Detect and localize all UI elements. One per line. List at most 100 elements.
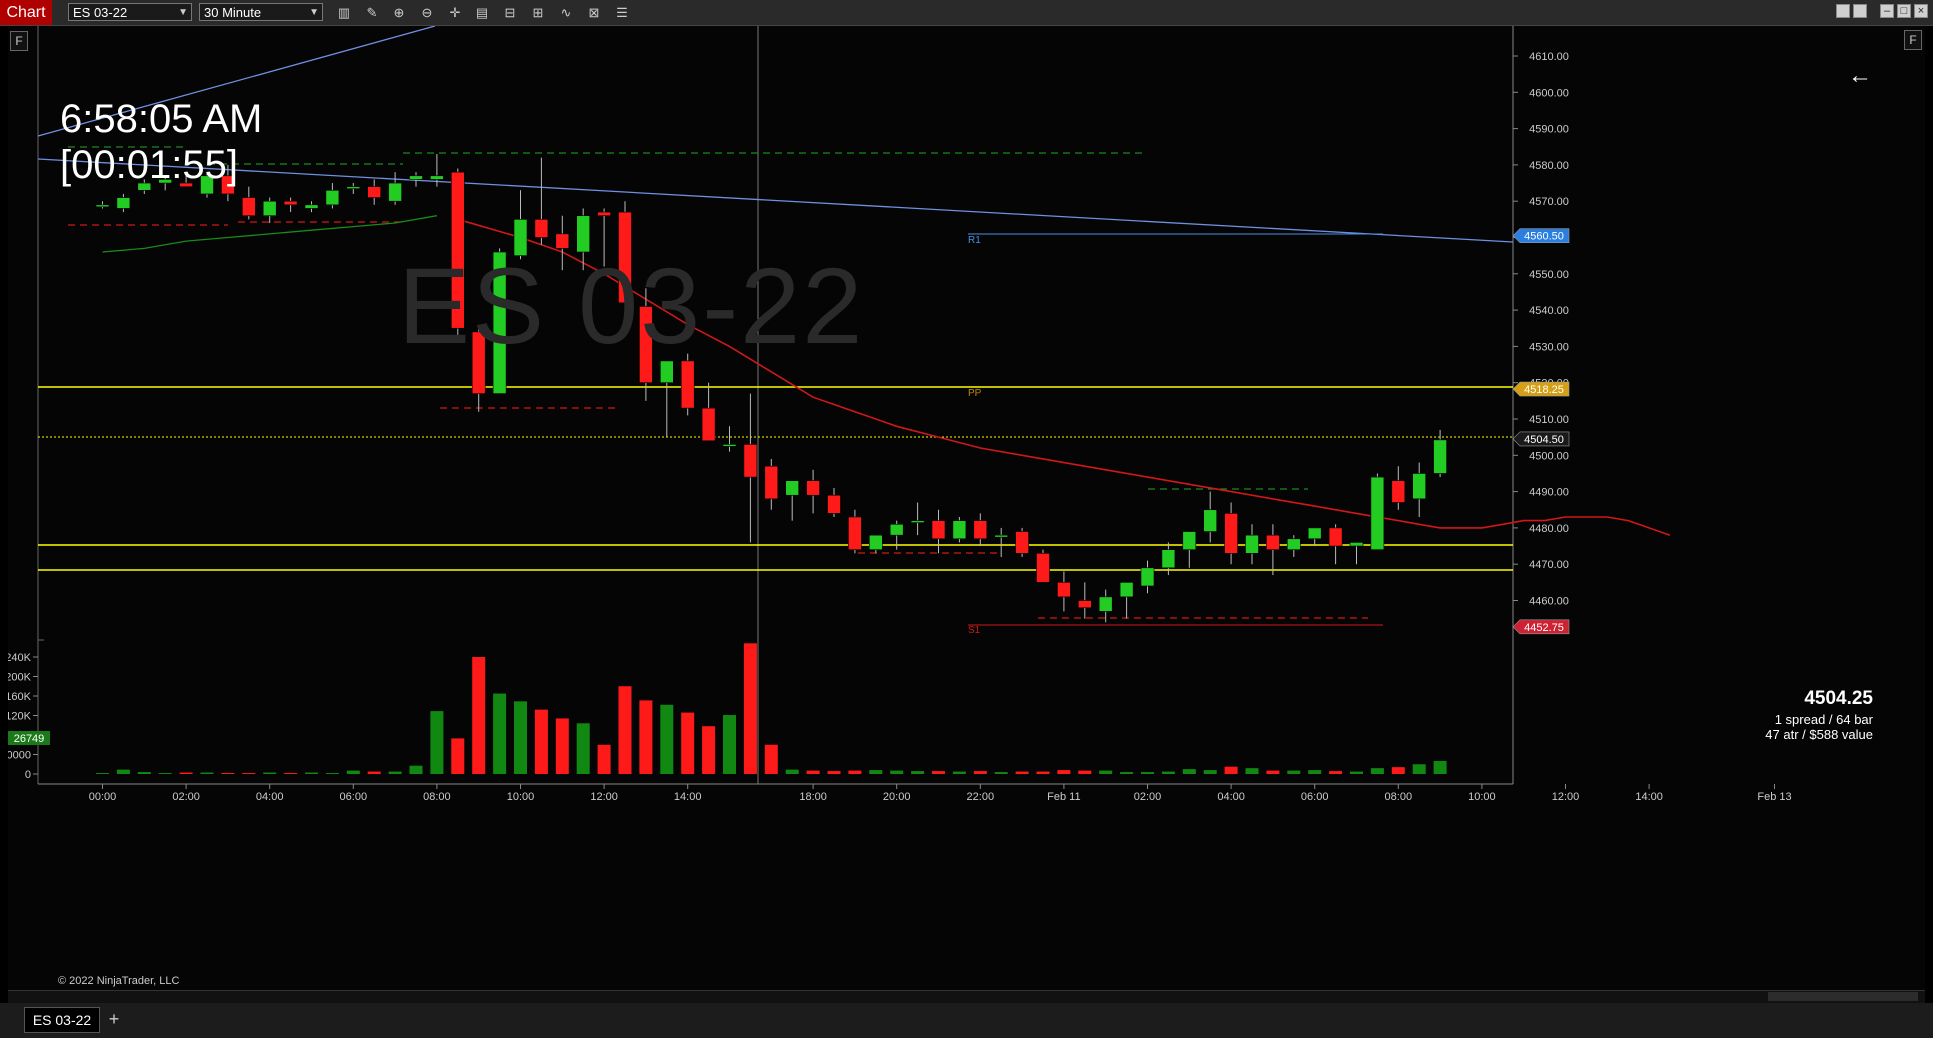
volume-bar [660, 704, 674, 774]
volume-bar [973, 771, 987, 774]
candle-body [1349, 542, 1364, 547]
volume-bar [472, 657, 486, 774]
minimize-button[interactable]: – [1880, 4, 1894, 18]
candle-body [430, 175, 444, 180]
time-tick-label: 10:00 [507, 791, 535, 803]
maximize-button[interactable]: □ [1897, 4, 1911, 18]
volume-bar [1391, 767, 1405, 774]
volume-bar [597, 744, 611, 774]
price-tick-label: 4540.00 [1529, 305, 1569, 317]
volume-bar [1078, 770, 1092, 774]
time-tick-label: 18:00 [799, 791, 827, 803]
scrollbar-thumb[interactable] [1768, 992, 1918, 1001]
indicators-icon[interactable]: ∿ [556, 3, 576, 22]
candle-body [1391, 480, 1406, 503]
data-box-icon[interactable]: ⊞ [528, 3, 548, 22]
draw-pencil-icon[interactable]: ✎ [362, 3, 382, 22]
volume-bar [409, 765, 423, 774]
bar-type-icon[interactable]: ▥ [334, 3, 354, 22]
volume-bar [1141, 772, 1154, 774]
time-tick-label: 06:00 [340, 791, 368, 803]
show-list-icon[interactable]: ☰ [612, 3, 632, 22]
candle-body [1015, 531, 1029, 554]
candle-body [1182, 531, 1197, 550]
candle-body [262, 200, 277, 217]
atr-info: 47 atr / $588 value [1765, 727, 1873, 742]
volume-bar [305, 772, 318, 774]
chart-window-title[interactable]: Chart [0, 0, 52, 25]
volume-bar [346, 770, 360, 774]
candle-body [1078, 600, 1092, 609]
candle-body [701, 407, 716, 442]
chevron-down-icon: ▼ [309, 7, 319, 18]
back-arrow-icon[interactable]: ← [1848, 64, 1872, 88]
volume-bar [576, 723, 590, 774]
close-button[interactable]: × [1914, 4, 1928, 18]
volume-bar [263, 772, 277, 774]
volume-bar [242, 773, 256, 775]
cascade-window-icon[interactable] [1853, 4, 1867, 18]
horizontal-scrollbar[interactable] [8, 990, 1925, 1003]
candle-body [1119, 582, 1134, 598]
candle-body [1245, 534, 1259, 554]
volume-bar [221, 773, 235, 775]
price-tick-label: 4480.00 [1529, 523, 1569, 535]
tile-window-icon[interactable] [1836, 4, 1850, 18]
volume-bar [1182, 769, 1196, 774]
zoom-out-icon[interactable]: ⊖ [417, 3, 437, 22]
time-tick-label: 14:00 [674, 791, 702, 803]
current-volume-label: 26749 [14, 733, 45, 745]
candle-body [1307, 527, 1322, 540]
volume-bar [179, 772, 193, 774]
zoom-in-icon[interactable]: ⊕ [389, 3, 409, 22]
pp-label: PP [968, 388, 982, 399]
candle-body [1224, 513, 1238, 554]
volume-bar [743, 643, 757, 774]
price-tick-label: 4550.00 [1529, 269, 1569, 281]
instrument-selector[interactable]: ES 03-22 ▼ [68, 3, 192, 21]
right-panel-toggle-button[interactable]: F [1904, 30, 1922, 50]
volume-bar [1099, 770, 1113, 774]
price-marker: 4560.50 [1512, 228, 1570, 243]
time-tick-label: 04:00 [1217, 791, 1245, 803]
price-marker-label: 4518.25 [1524, 384, 1564, 396]
time-tick-label: 20:00 [883, 791, 911, 803]
left-panel-toggle-button[interactable]: F [10, 31, 28, 51]
chart-panel[interactable]: 4610.00 4600.00 4590.00 4580.00 4570.00 4560.… [8, 26, 1925, 996]
crosshair-icon[interactable]: ✛ [445, 3, 465, 22]
add-tab-icon[interactable]: + [104, 1007, 124, 1031]
volume-bar [1036, 771, 1050, 774]
volume-tick-label: 240K [8, 652, 32, 664]
price-chart[interactable]: 4610.00 4600.00 4590.00 4580.00 4570.00 4560.… [8, 26, 1925, 996]
volume-bar [911, 771, 925, 774]
candle-body [409, 175, 423, 180]
time-tick-label: 10:00 [1468, 791, 1496, 803]
candle-body [534, 219, 549, 238]
price-marker-label: 4504.50 [1524, 434, 1564, 446]
time-tick-label: 12:00 [1552, 791, 1580, 803]
price-tick-label: 4510.00 [1529, 414, 1569, 426]
volume-bar [388, 771, 402, 774]
tab-es-03-22[interactable]: ES 03-22 [24, 1007, 100, 1033]
candle-body [367, 186, 382, 198]
templates-icon[interactable]: ⊟ [500, 3, 520, 22]
volume-bar [451, 738, 465, 774]
strategies-icon[interactable]: ⊠ [584, 3, 604, 22]
s1-label: S1 [968, 625, 981, 636]
volume-tick-label: 160K [8, 691, 32, 703]
interval-selector[interactable]: 30 Minute ▼ [199, 3, 323, 21]
volume-bar [1245, 768, 1259, 774]
price-tick-label: 4460.00 [1529, 596, 1569, 608]
properties-icon[interactable]: ▤ [472, 3, 492, 22]
volume-bar [1433, 760, 1447, 774]
volume-bar [1120, 772, 1134, 774]
time-tick-label: 22:00 [967, 791, 995, 803]
candle-body [1036, 553, 1050, 583]
candle-body [994, 534, 1009, 538]
price-tick-label: 4570.00 [1529, 196, 1569, 208]
candle-body [868, 534, 883, 550]
candle-body [785, 480, 800, 496]
title-bar: Chart ES 03-22 ▼ 30 Minute ▼ ▥ ✎ ⊕ ⊖ ✛ ▤… [0, 0, 1933, 26]
volume-bar [1287, 770, 1301, 774]
candle-body [1433, 439, 1447, 474]
